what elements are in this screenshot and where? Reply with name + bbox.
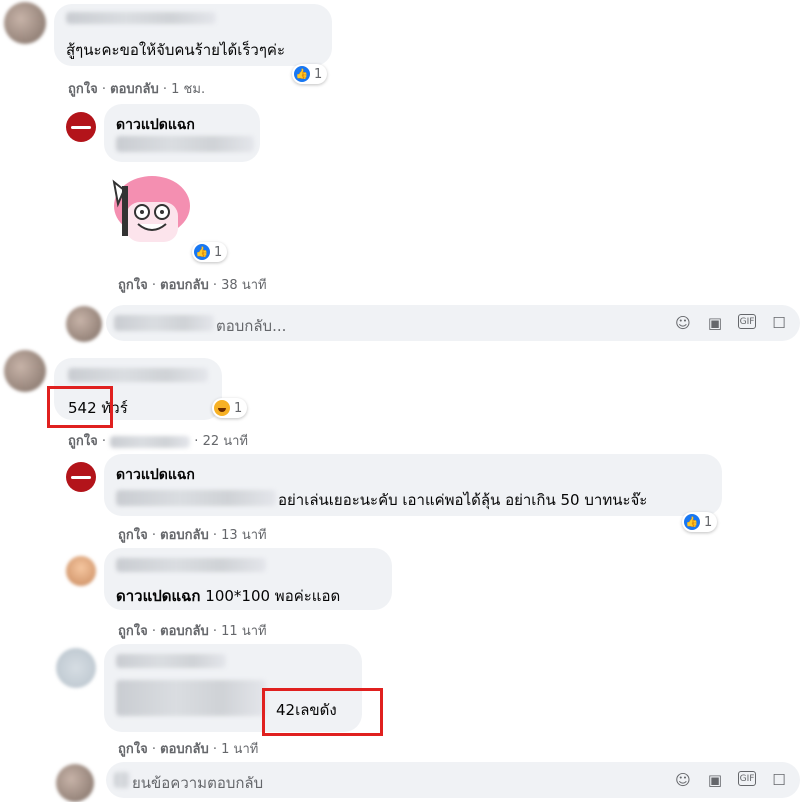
camera-icon[interactable]: ▣ bbox=[706, 771, 724, 789]
reply-placeholder: ตอบกลับ... bbox=[216, 317, 287, 335]
like-link[interactable]: ถูกใจ bbox=[118, 278, 148, 293]
author-name[interactable]: ดาวแปดแฉก bbox=[116, 114, 195, 136]
gif-icon[interactable]: GIF bbox=[738, 771, 756, 786]
like-link[interactable]: ถูกใจ bbox=[68, 82, 98, 97]
reaction-count: 1 bbox=[314, 66, 323, 82]
highlight-box bbox=[262, 688, 383, 736]
redacted-name bbox=[116, 558, 266, 572]
reply-input[interactable]: ตอบกลับ... ☺ ▣ GIF ☐ bbox=[106, 305, 800, 341]
page-avatar[interactable] bbox=[66, 462, 96, 492]
input-icons: ☺ ▣ GIF ☐ bbox=[674, 771, 788, 789]
comment-bubble: ดาวแปดแฉก 100*100 พอค่ะแอด bbox=[104, 548, 392, 610]
emoji-icon[interactable]: ☺ bbox=[674, 771, 692, 789]
reply-link[interactable]: ตอบกลับ bbox=[160, 742, 209, 757]
like-icon: 👍 bbox=[684, 514, 700, 530]
comment-meta: ถูกใจ · · 22 นาที bbox=[68, 434, 248, 449]
like-icon: 👍 bbox=[294, 66, 310, 82]
reply-link[interactable]: ตอบกลับ bbox=[160, 278, 209, 293]
avatar[interactable] bbox=[4, 350, 46, 392]
reply-input[interactable]: ยนข้อความตอบกลับ ☺ ▣ GIF ☐ bbox=[106, 762, 800, 798]
comment-meta: ถูกใจ · ตอบกลับ · 38 นาที bbox=[118, 278, 267, 293]
comment-meta: ถูกใจ · ตอบกลับ · 1 นาที bbox=[118, 742, 259, 757]
timestamp[interactable]: 11 นาที bbox=[221, 624, 266, 639]
redacted-text bbox=[116, 136, 254, 152]
page-avatar[interactable] bbox=[66, 112, 96, 142]
reply-placeholder: ยนข้อความตอบกลับ bbox=[132, 774, 264, 792]
highlight-box bbox=[47, 386, 113, 428]
comment-bubble: ดาวแปดแฉก bbox=[104, 104, 260, 162]
like-link[interactable]: ถูกใจ bbox=[118, 742, 148, 757]
emoji-icon[interactable]: ☺ bbox=[674, 314, 692, 332]
timestamp[interactable]: 1 ชม. bbox=[171, 82, 205, 97]
comment-meta: ถูกใจ · ตอบกลับ · 1 ชม. bbox=[68, 82, 206, 97]
author-name[interactable]: ดาวแปดแฉก bbox=[116, 464, 195, 486]
reaction-count: 1 bbox=[214, 244, 223, 260]
reply-link[interactable]: ตอบกลับ bbox=[160, 624, 209, 639]
reaction-count: 1 bbox=[704, 514, 713, 530]
redacted-placeholder bbox=[114, 772, 130, 788]
avatar[interactable] bbox=[4, 2, 46, 44]
comment-text: สู้ๆนะคะขอให้จับคนร้ายได้เร็วๆค่ะ bbox=[66, 41, 285, 59]
comment-bubble: ดาวแปดแฉก อย่าเล่นเยอะนะคับ เอาแค่พอได้ล… bbox=[104, 454, 722, 516]
timestamp[interactable]: 1 นาที bbox=[221, 742, 258, 757]
like-link[interactable]: ถูกใจ bbox=[118, 528, 148, 543]
avatar bbox=[66, 306, 102, 342]
like-link[interactable]: ถูกใจ bbox=[118, 624, 148, 639]
sticker-image bbox=[112, 176, 190, 242]
input-icons: ☺ ▣ GIF ☐ bbox=[674, 314, 788, 332]
timestamp[interactable]: 38 นาที bbox=[221, 278, 266, 293]
timestamp[interactable]: 22 นาที bbox=[203, 434, 248, 449]
like-link[interactable]: ถูกใจ bbox=[68, 434, 98, 449]
comment-meta: ถูกใจ · ตอบกลับ · 13 นาที bbox=[118, 528, 267, 543]
gif-icon[interactable]: GIF bbox=[738, 314, 756, 329]
comment-text: ดาวแปดแฉก 100*100 พอค่ะแอด bbox=[116, 587, 341, 605]
reaction-badge[interactable]: 1 bbox=[212, 398, 248, 418]
reaction-badge[interactable]: 👍 1 bbox=[682, 512, 718, 532]
reaction-badge[interactable]: 👍 1 bbox=[192, 242, 228, 262]
redacted-name bbox=[116, 654, 226, 668]
mention[interactable]: ดาวแปดแฉก bbox=[116, 587, 201, 605]
camera-icon[interactable]: ▣ bbox=[706, 314, 724, 332]
redacted-text bbox=[116, 490, 276, 506]
reaction-count: 1 bbox=[234, 400, 243, 416]
haha-icon bbox=[214, 400, 230, 416]
sticker-icon[interactable]: ☐ bbox=[770, 314, 788, 332]
sticker-icon[interactable]: ☐ bbox=[770, 771, 788, 789]
redacted-name bbox=[66, 12, 216, 24]
redacted-name bbox=[68, 368, 208, 382]
comment-text: อย่าเล่นเยอะนะคับ เอาแค่พอได้ลุ้น อย่าเก… bbox=[278, 491, 648, 509]
avatar bbox=[56, 764, 94, 802]
redacted-text bbox=[110, 435, 191, 448]
reaction-badge[interactable]: 👍 1 bbox=[292, 64, 328, 84]
comment-meta: ถูกใจ · ตอบกลับ · 11 นาที bbox=[118, 624, 267, 639]
timestamp[interactable]: 13 นาที bbox=[221, 528, 266, 543]
avatar[interactable] bbox=[66, 556, 96, 586]
reply-link[interactable]: ตอบกลับ bbox=[160, 528, 209, 543]
redacted-text bbox=[116, 680, 266, 716]
like-icon: 👍 bbox=[194, 244, 210, 260]
redacted-placeholder bbox=[114, 315, 214, 331]
reply-link[interactable]: ตอบกลับ bbox=[110, 82, 159, 97]
avatar[interactable] bbox=[56, 648, 96, 688]
comment-bubble: สู้ๆนะคะขอให้จับคนร้ายได้เร็วๆค่ะ bbox=[54, 4, 332, 66]
